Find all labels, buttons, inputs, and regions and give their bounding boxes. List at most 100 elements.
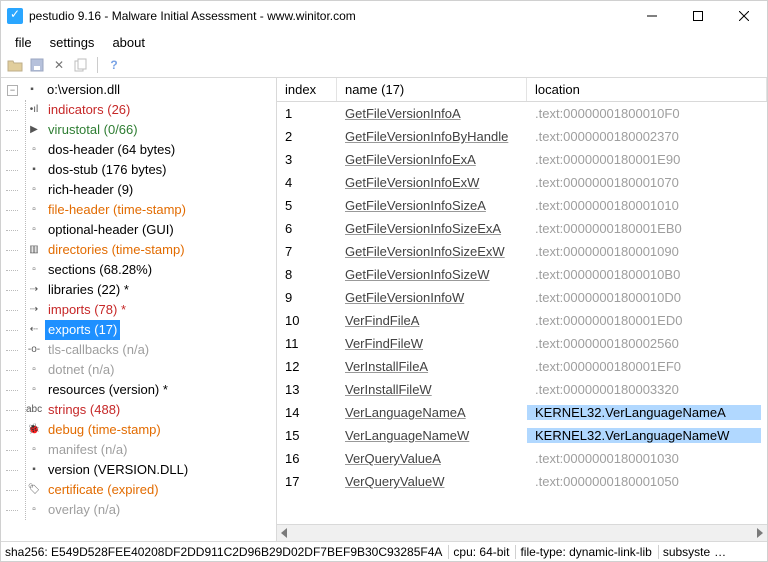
menu-file[interactable]: file (7, 33, 40, 52)
tree-item[interactable]: ▫manifest (n/a) (18, 440, 276, 460)
tree-item-icon: -o- (26, 343, 42, 357)
table-row[interactable]: 7GetFileVersionInfoSizeExW.text:00000001… (277, 240, 767, 263)
export-name-link[interactable]: GetFileVersionInfoW (345, 290, 464, 305)
tree-item[interactable]: -o-tls-callbacks (n/a) (18, 340, 276, 360)
table-body[interactable]: 1GetFileVersionInfoA.text:00000001800010… (277, 102, 767, 524)
cell-index: 17 (277, 474, 337, 489)
col-name[interactable]: name (17) (337, 78, 527, 101)
close-icon (739, 11, 749, 21)
delete-icon[interactable]: ✕ (51, 57, 67, 73)
menu-about[interactable]: about (104, 33, 153, 52)
save-icon[interactable] (29, 57, 45, 73)
maximize-button[interactable] (675, 1, 721, 31)
tree-item[interactable]: ⇢libraries (22) * (18, 280, 276, 300)
table-row[interactable]: 5GetFileVersionInfoSizeA.text:0000000180… (277, 194, 767, 217)
tree-item[interactable]: ▫rich-header (9) (18, 180, 276, 200)
export-name-link[interactable]: VerInstallFileA (345, 359, 428, 374)
cell-location: .text:0000000180001EF0 (527, 359, 767, 374)
tree-item[interactable]: ▫optional-header (GUI) (18, 220, 276, 240)
export-name-link[interactable]: GetFileVersionInfoSizeExW (345, 244, 505, 259)
export-name-link[interactable]: VerFindFileA (345, 313, 419, 328)
table-row[interactable]: 11VerFindFileW.text:0000000180002560 (277, 332, 767, 355)
table-row[interactable]: 14VerLanguageNameAKERNEL32.VerLanguageNa… (277, 401, 767, 424)
export-name-link[interactable]: VerQueryValueW (345, 474, 444, 489)
tree-pane[interactable]: − ▪ o:\version.dll •ılindicators (26)▶vi… (1, 78, 277, 541)
cell-name: GetFileVersionInfoExA (337, 152, 527, 167)
tree-item[interactable]: ▫resources (version) * (18, 380, 276, 400)
tree-item[interactable]: 🐞debug (time-stamp) (18, 420, 276, 440)
cell-index: 9 (277, 290, 337, 305)
titlebar: pestudio 9.16 - Malware Initial Assessme… (1, 1, 767, 31)
table-row[interactable]: 3GetFileVersionInfoExA.text:000000018000… (277, 148, 767, 171)
tree-root[interactable]: − ▪ o:\version.dll (5, 80, 276, 100)
export-name-link[interactable]: VerInstallFileW (345, 382, 432, 397)
export-name-link[interactable]: VerQueryValueA (345, 451, 441, 466)
cell-location: .text:0000000180002370 (527, 129, 767, 144)
tree-item-label: dos-header (64 bytes) (45, 140, 178, 160)
tree-item[interactable]: ▥directories (time-stamp) (18, 240, 276, 260)
tree-item[interactable]: ▪version (VERSION.DLL) (18, 460, 276, 480)
close-button[interactable] (721, 1, 767, 31)
help-icon[interactable]: ? (106, 57, 122, 73)
tree-item[interactable]: ▫dotnet (n/a) (18, 360, 276, 380)
tree-item[interactable]: ⇠exports (17) (18, 320, 276, 340)
table-row[interactable]: 17VerQueryValueW.text:0000000180001050 (277, 470, 767, 493)
cell-location: .text:0000000180001070 (527, 175, 767, 190)
export-name-link[interactable]: GetFileVersionInfoSizeW (345, 267, 490, 282)
tree-item[interactable]: •ılindicators (26) (18, 100, 276, 120)
tree-item[interactable]: ▫dos-header (64 bytes) (18, 140, 276, 160)
table-row[interactable]: 1GetFileVersionInfoA.text:00000001800010… (277, 102, 767, 125)
tree-item[interactable]: ▶virustotal (0/66) (18, 120, 276, 140)
cell-name: GetFileVersionInfoSizeA (337, 198, 527, 213)
col-location[interactable]: location (527, 78, 767, 101)
table-row[interactable]: 13VerInstallFileW.text:0000000180003320 (277, 378, 767, 401)
export-name-link[interactable]: VerLanguageNameA (345, 405, 466, 420)
export-name-link[interactable]: VerFindFileW (345, 336, 423, 351)
table-row[interactable]: 4GetFileVersionInfoExW.text:000000018000… (277, 171, 767, 194)
export-name-link[interactable]: GetFileVersionInfoByHandle (345, 129, 508, 144)
tree-item-icon: ⇠ (26, 323, 42, 337)
table-header: index name (17) location (277, 78, 767, 102)
table-row[interactable]: 2GetFileVersionInfoByHandle.text:0000000… (277, 125, 767, 148)
cell-location: KERNEL32.VerLanguageNameA (527, 405, 761, 420)
export-name-link[interactable]: GetFileVersionInfoExA (345, 152, 476, 167)
table-row[interactable]: 10VerFindFileA.text:0000000180001ED0 (277, 309, 767, 332)
tree-item[interactable]: ▫sections (68.28%) (18, 260, 276, 280)
cell-name: VerQueryValueW (337, 474, 527, 489)
table-row[interactable]: 16VerQueryValueA.text:0000000180001030 (277, 447, 767, 470)
col-index[interactable]: index (277, 78, 337, 101)
tree-item[interactable]: ⇢imports (78) * (18, 300, 276, 320)
tree-item[interactable]: ▫file-header (time-stamp) (18, 200, 276, 220)
export-name-link[interactable]: GetFileVersionInfoExW (345, 175, 479, 190)
tree-item-icon: 🏷 (26, 483, 42, 497)
tree-item-label: imports (78) * (45, 300, 129, 320)
table-row[interactable]: 15VerLanguageNameWKERNEL32.VerLanguageNa… (277, 424, 767, 447)
table-row[interactable]: 8GetFileVersionInfoSizeW.text:0000000180… (277, 263, 767, 286)
expander-icon[interactable]: − (7, 85, 18, 96)
table-row[interactable]: 6GetFileVersionInfoSizeExA.text:00000001… (277, 217, 767, 240)
export-name-link[interactable]: GetFileVersionInfoA (345, 106, 461, 121)
tree-item-icon: •ıl (26, 103, 42, 117)
cell-name: VerFindFileA (337, 313, 527, 328)
cell-location: .text:0000000180001030 (527, 451, 767, 466)
tree-item[interactable]: 🏷certificate (expired) (18, 480, 276, 500)
cell-index: 3 (277, 152, 337, 167)
export-name-link[interactable]: VerLanguageNameW (345, 428, 469, 443)
table-row[interactable]: 9GetFileVersionInfoW.text:00000001800010… (277, 286, 767, 309)
open-icon[interactable] (7, 57, 23, 73)
export-name-link[interactable]: GetFileVersionInfoSizeA (345, 198, 486, 213)
cell-location: .text:0000000180002560 (527, 336, 767, 351)
cell-name: GetFileVersionInfoSizeExA (337, 221, 527, 236)
tree-item[interactable]: ▫overlay (n/a) (18, 500, 276, 520)
menu-settings[interactable]: settings (42, 33, 103, 52)
export-name-link[interactable]: GetFileVersionInfoSizeExA (345, 221, 501, 236)
cell-location: KERNEL32.VerLanguageNameW (527, 428, 761, 443)
table-row[interactable]: 12VerInstallFileA.text:0000000180001EF0 (277, 355, 767, 378)
status-ellipsis (714, 545, 726, 559)
minimize-button[interactable] (629, 1, 675, 31)
copy-icon[interactable] (73, 57, 89, 73)
tree-item-label: dos-stub (176 bytes) (45, 160, 170, 180)
horizontal-scrollbar[interactable] (277, 524, 767, 541)
tree-item[interactable]: ▪dos-stub (176 bytes) (18, 160, 276, 180)
tree-item[interactable]: abcstrings (488) (18, 400, 276, 420)
